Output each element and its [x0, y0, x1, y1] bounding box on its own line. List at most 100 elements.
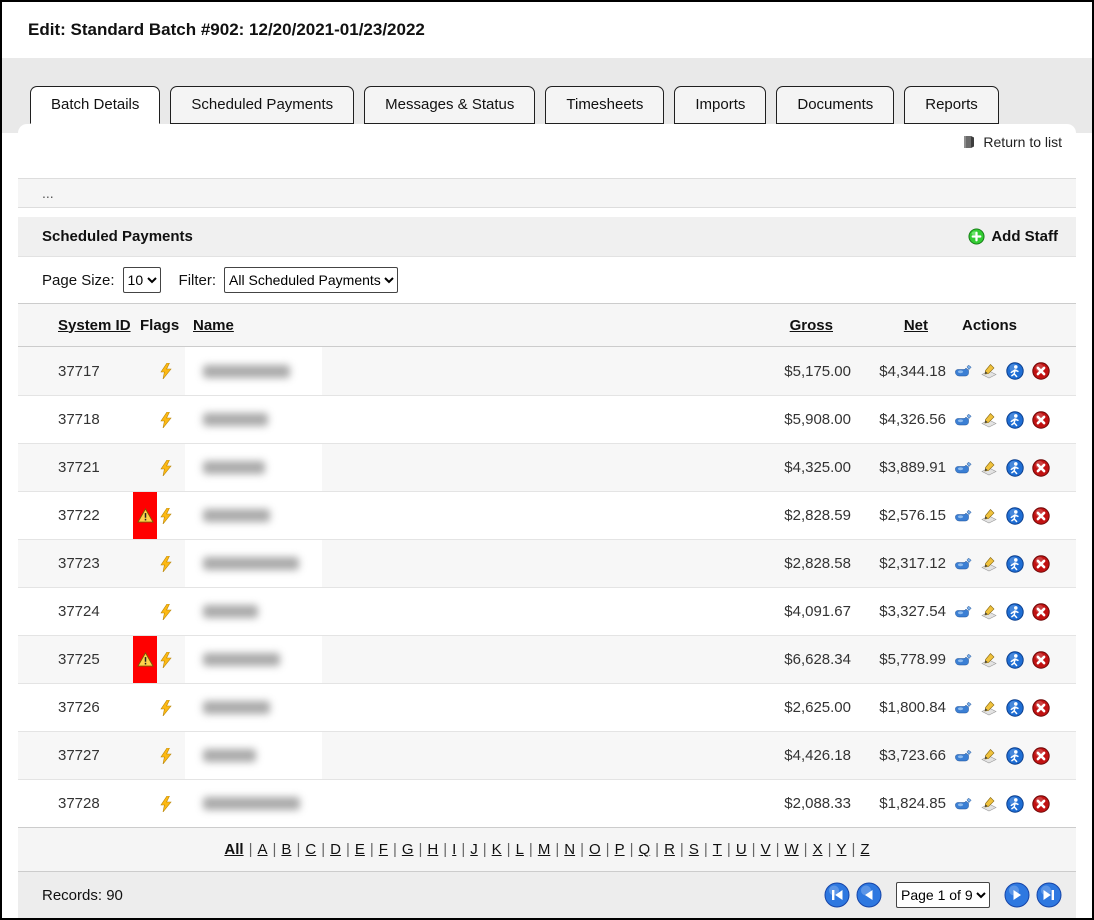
pay-watering-can-icon[interactable]	[954, 796, 972, 812]
system-id-cell: 37724	[58, 603, 133, 620]
lightning-flag-icon	[160, 508, 172, 524]
delete-icon[interactable]	[1032, 699, 1050, 717]
separator: |	[727, 841, 731, 858]
alpha-link-b[interactable]: B	[281, 841, 291, 858]
staff-runner-icon[interactable]	[1006, 747, 1024, 765]
alpha-link-all[interactable]: All	[224, 841, 243, 858]
redacted-name	[203, 653, 280, 666]
alpha-link-j[interactable]: J	[470, 841, 478, 858]
staff-runner-icon[interactable]	[1006, 507, 1024, 525]
alpha-link-d[interactable]: D	[330, 841, 341, 858]
alpha-link-w[interactable]: W	[784, 841, 798, 858]
tab-timesheets[interactable]: Timesheets	[545, 86, 664, 124]
alpha-link-e[interactable]: E	[355, 841, 365, 858]
alpha-link-z[interactable]: Z	[860, 841, 869, 858]
tab-documents[interactable]: Documents	[776, 86, 894, 124]
last-page-button[interactable]	[1036, 882, 1062, 908]
pay-watering-can-icon[interactable]	[954, 412, 972, 428]
alpha-link-y[interactable]: Y	[836, 841, 846, 858]
system-id-cell: 37721	[58, 459, 133, 476]
alpha-link-a[interactable]: A	[258, 841, 268, 858]
edit-icon[interactable]	[980, 604, 998, 620]
sort-net[interactable]: Net	[851, 317, 946, 334]
staff-runner-icon[interactable]	[1006, 651, 1024, 669]
pay-watering-can-icon[interactable]	[954, 508, 972, 524]
pager: Page 1 of 9	[824, 882, 1062, 908]
tab-messages-status[interactable]: Messages & Status	[364, 86, 535, 124]
next-page-button[interactable]	[1004, 882, 1030, 908]
flags-cell	[133, 732, 185, 779]
edit-icon[interactable]	[980, 363, 998, 379]
edit-icon[interactable]	[980, 652, 998, 668]
alpha-link-m[interactable]: M	[538, 841, 551, 858]
gross-cell: $2,828.59	[741, 507, 851, 524]
alpha-link-c[interactable]: C	[305, 841, 316, 858]
alpha-link-p[interactable]: P	[615, 841, 625, 858]
delete-icon[interactable]	[1032, 555, 1050, 573]
delete-icon[interactable]	[1032, 795, 1050, 813]
staff-runner-icon[interactable]	[1006, 362, 1024, 380]
separator: |	[296, 841, 300, 858]
delete-icon[interactable]	[1032, 411, 1050, 429]
first-page-button[interactable]	[824, 882, 850, 908]
delete-icon[interactable]	[1032, 603, 1050, 621]
delete-icon[interactable]	[1032, 459, 1050, 477]
pay-watering-can-icon[interactable]	[954, 556, 972, 572]
alpha-link-o[interactable]: O	[589, 841, 601, 858]
alpha-link-u[interactable]: U	[736, 841, 747, 858]
alpha-link-q[interactable]: Q	[638, 841, 650, 858]
return-to-list-link[interactable]: Return to list	[961, 134, 1062, 150]
pay-watering-can-icon[interactable]	[954, 363, 972, 379]
edit-icon[interactable]	[980, 700, 998, 716]
edit-icon[interactable]	[980, 748, 998, 764]
pay-watering-can-icon[interactable]	[954, 700, 972, 716]
alpha-link-k[interactable]: K	[492, 841, 502, 858]
alpha-link-s[interactable]: S	[689, 841, 699, 858]
alpha-link-h[interactable]: H	[427, 841, 438, 858]
sort-name[interactable]: Name	[185, 317, 741, 334]
pay-watering-can-icon[interactable]	[954, 652, 972, 668]
page-size-select[interactable]: 10	[123, 267, 161, 293]
staff-runner-icon[interactable]	[1006, 603, 1024, 621]
tab-scheduled-payments[interactable]: Scheduled Payments	[170, 86, 354, 124]
pay-watering-can-icon[interactable]	[954, 748, 972, 764]
alpha-link-f[interactable]: F	[379, 841, 388, 858]
alpha-link-n[interactable]: N	[564, 841, 575, 858]
tab-batch-details[interactable]: Batch Details	[30, 86, 160, 124]
delete-icon[interactable]	[1032, 507, 1050, 525]
net-cell: $5,778.99	[851, 651, 946, 668]
edit-icon[interactable]	[980, 796, 998, 812]
delete-icon[interactable]	[1032, 747, 1050, 765]
filter-select[interactable]: All Scheduled Payments	[224, 267, 398, 293]
pay-watering-can-icon[interactable]	[954, 604, 972, 620]
tab-imports[interactable]: Imports	[674, 86, 766, 124]
alpha-link-r[interactable]: R	[664, 841, 675, 858]
alpha-link-i[interactable]: I	[452, 841, 456, 858]
sort-gross[interactable]: Gross	[741, 317, 851, 334]
alpha-link-g[interactable]: G	[402, 841, 414, 858]
sort-system-id[interactable]: System ID	[58, 317, 133, 334]
staff-runner-icon[interactable]	[1006, 411, 1024, 429]
add-staff-button[interactable]: Add Staff	[968, 228, 1058, 245]
separator: |	[704, 841, 708, 858]
alpha-link-x[interactable]: X	[813, 841, 823, 858]
alpha-link-l[interactable]: L	[516, 841, 524, 858]
staff-runner-icon[interactable]	[1006, 555, 1024, 573]
edit-icon[interactable]	[980, 460, 998, 476]
prev-page-button[interactable]	[856, 882, 882, 908]
edit-icon[interactable]	[980, 508, 998, 524]
alpha-link-v[interactable]: V	[761, 841, 771, 858]
pay-watering-can-icon[interactable]	[954, 460, 972, 476]
page-select[interactable]: Page 1 of 9	[896, 882, 990, 908]
delete-icon[interactable]	[1032, 651, 1050, 669]
tab-reports[interactable]: Reports	[904, 86, 999, 124]
staff-runner-icon[interactable]	[1006, 459, 1024, 477]
staff-runner-icon[interactable]	[1006, 699, 1024, 717]
edit-icon[interactable]	[980, 556, 998, 572]
edit-icon[interactable]	[980, 412, 998, 428]
section-title: Scheduled Payments	[42, 228, 193, 245]
gross-cell: $2,828.58	[741, 555, 851, 572]
delete-icon[interactable]	[1032, 362, 1050, 380]
alpha-link-t[interactable]: T	[713, 841, 722, 858]
staff-runner-icon[interactable]	[1006, 795, 1024, 813]
